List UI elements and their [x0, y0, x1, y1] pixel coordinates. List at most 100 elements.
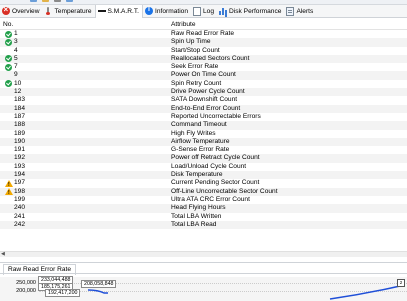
cell-no: 198 — [3, 188, 43, 197]
history-chart: 250,000 200,000 233,044,488 185,175,261 … — [0, 276, 407, 301]
attribute-id: 240 — [14, 204, 26, 212]
warning-icon — [5, 188, 13, 197]
tab-temperature-label: Temperature — [54, 7, 92, 15]
cell-no: 188 — [3, 121, 43, 129]
status-ok-icon — [5, 63, 12, 71]
attribute-name: Reported Uncorrectable Errors — [171, 112, 261, 120]
smart-icon — [97, 7, 106, 15]
cell-no: 12 — [3, 88, 43, 96]
cell-no: 183 — [3, 96, 43, 104]
attribute-name: Power On Time Count — [171, 71, 236, 79]
performance-icon — [219, 7, 227, 15]
attribute-id: 242 — [14, 220, 26, 228]
attribute-name: Current Pending Sector Count — [171, 179, 260, 187]
table-row[interactable]: 199 Ultra ATA CRC Error Count — [0, 196, 407, 204]
attribute-name: SATA Downshift Count — [171, 96, 238, 104]
attribute-name: Reallocated Sectors Count — [171, 54, 250, 62]
tab-smart[interactable]: S.M.A.R.T. — [94, 4, 144, 18]
tab-overview[interactable]: Overview — [0, 5, 42, 17]
cell-no: 3 — [3, 38, 43, 46]
cell-no: 190 — [3, 138, 43, 146]
cell-no: 1 — [3, 30, 43, 38]
tab-overview-label: Overview — [12, 7, 40, 15]
attribute-id: 188 — [14, 121, 26, 129]
attribute-name: Airflow Temperature — [171, 137, 230, 145]
attribute-id: 190 — [14, 137, 26, 145]
attribute-name: Power off Retract Cycle Count — [171, 154, 260, 162]
cell-no: 9 — [3, 71, 43, 79]
table-row[interactable]: 240 Head Flying Hours — [0, 204, 407, 213]
table-row[interactable]: 189 High Fly Writes — [0, 130, 407, 138]
alerts-icon — [286, 6, 295, 16]
table-row[interactable]: 183 SATA Downshift Count — [0, 96, 407, 104]
tab-smart-label: S.M.A.R.T. — [107, 7, 140, 15]
table-row[interactable]: 12 Drive Power Cycle Count — [0, 88, 407, 97]
cell-no: 5 — [3, 55, 43, 63]
cell-no: 184 — [3, 105, 43, 113]
horizontal-scrollbar[interactable]: ◀ — [0, 251, 407, 257]
tab-log[interactable]: Log — [191, 5, 217, 17]
attribute-id: 1 — [14, 30, 18, 37]
table-row[interactable]: 241 Total LBA Written — [0, 213, 407, 221]
table-header: No. Attribute — [0, 19, 407, 30]
tab-information[interactable]: Information — [143, 5, 191, 17]
cell-no: 240 — [3, 204, 43, 212]
smart-attributes-table: No. Attribute 1 Raw Read Error Rate 3 Spin … — [0, 19, 407, 251]
tab-alerts-label: Alerts — [296, 7, 314, 15]
attribute-name: Ultra ATA CRC Error Count — [171, 195, 250, 203]
status-ok-icon — [5, 80, 12, 88]
attribute-id: 193 — [14, 162, 26, 170]
cell-no: 187 — [3, 113, 43, 121]
table-body: 1 Raw Read Error Rate 3 Spin Up Time 4 Start/… — [0, 30, 407, 230]
attribute-name: Disk Temperature — [171, 171, 223, 179]
attribute-id: 7 — [14, 63, 18, 71]
column-header-attribute[interactable]: Attribute — [171, 21, 401, 28]
cell-no: 199 — [3, 196, 43, 204]
table-row[interactable]: 191 G-Sense Error Rate — [0, 146, 407, 154]
table-row[interactable]: 187 Reported Uncorrectable Errors — [0, 113, 407, 121]
attribute-name: Seek Error Rate — [171, 63, 219, 71]
table-row[interactable]: 194 Disk Temperature — [0, 171, 407, 180]
attribute-id: 5 — [14, 54, 18, 62]
attribute-id: 187 — [14, 112, 26, 120]
cell-no: 191 — [3, 146, 43, 154]
column-header-no[interactable]: No. — [3, 21, 43, 28]
attribute-id: 191 — [14, 146, 26, 154]
attribute-name: Raw Read Error Rate — [171, 30, 235, 37]
cell-no: 10 — [3, 80, 43, 88]
attribute-id: 189 — [14, 129, 26, 137]
table-row[interactable]: 197 Current Pending Sector Count — [0, 179, 407, 189]
thermometer-icon — [44, 7, 52, 15]
tab-temperature[interactable]: Temperature — [42, 5, 94, 17]
attribute-name: Start/Stop Count — [171, 46, 220, 54]
attribute-id: 4 — [14, 46, 18, 54]
chart-options-icon[interactable]: 2 — [397, 279, 405, 287]
tab-log-label: Log — [203, 7, 215, 15]
attribute-name: Total LBA Written — [171, 212, 222, 220]
table-row[interactable]: 4 Start/Stop Count — [0, 47, 407, 55]
table-row[interactable]: 193 Load/Unload Cycle Count — [0, 163, 407, 171]
table-row[interactable]: 10 Spin Retry Count — [0, 80, 407, 88]
table-row[interactable]: 1 Raw Read Error Rate — [0, 30, 407, 38]
scroll-left-icon[interactable]: ◀ — [1, 252, 5, 257]
attribute-id: 197 — [14, 179, 26, 187]
status-ok-icon — [5, 30, 12, 38]
table-row[interactable]: 5 Reallocated Sectors Count — [0, 54, 407, 64]
history-curve — [87, 285, 401, 300]
table-row[interactable]: 9 Power On Time Count — [0, 71, 407, 80]
attribute-name: Drive Power Cycle Count — [171, 88, 245, 96]
attribute-id: 3 — [14, 38, 18, 46]
table-row[interactable]: 184 End-to-End Error Count — [0, 104, 407, 113]
table-row[interactable]: 188 Command Timeout — [0, 121, 407, 130]
table-row[interactable]: 7 Seek Error Rate — [0, 63, 407, 71]
cell-no: 7 — [3, 63, 43, 71]
attribute-name: Off-Line Uncorrectable Sector Count — [171, 187, 278, 195]
table-row[interactable]: 3 Spin Up Time — [0, 38, 407, 47]
tab-alerts[interactable]: Alerts — [284, 5, 316, 17]
table-row[interactable]: 192 Power off Retract Cycle Count — [0, 154, 407, 163]
attribute-name: Total LBA Read — [171, 220, 217, 228]
table-row[interactable]: 242 Total LBA Read — [0, 220, 407, 230]
table-row[interactable]: 198 Off-Line Uncorrectable Sector Count — [0, 187, 407, 197]
tab-disk-performance[interactable]: Disk Performance — [217, 5, 284, 17]
table-row[interactable]: 190 Airflow Temperature — [0, 137, 407, 147]
